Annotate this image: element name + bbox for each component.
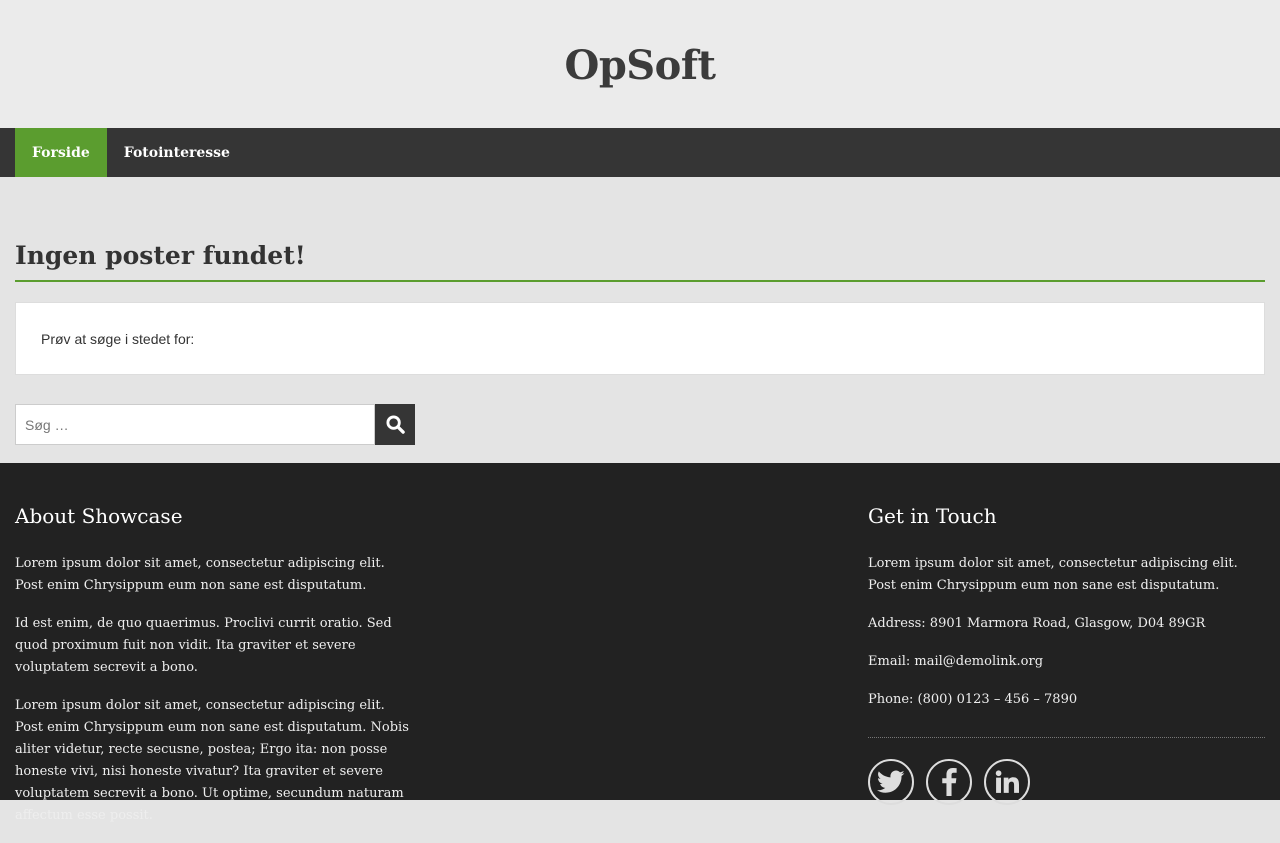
footer-contact-intro: Lorem ipsum dolor sit amet, consectetur … [868, 556, 1238, 593]
nav-item-fotointeresse[interactable]: Fotointeresse [107, 128, 247, 177]
footer-about: About Showcase Lorem ipsum dolor sit ame… [15, 501, 415, 843]
nav-item-forside[interactable]: Forside [15, 128, 107, 177]
main-content: Ingen poster fundet! Prøv at søge i sted… [0, 241, 1280, 445]
search-icon [385, 415, 405, 434]
footer-about-paragraph: Lorem ipsum dolor sit amet, consectetur … [15, 698, 409, 823]
site-footer: About Showcase Lorem ipsum dolor sit ame… [0, 463, 1280, 823]
search-button[interactable] [375, 404, 415, 445]
notice-text: Prøv at søge i stedet for: [41, 330, 195, 347]
footer-about-heading: About Showcase [15, 504, 183, 528]
footer-email[interactable]: Email: mail@demolink.org [868, 651, 1265, 673]
facebook-glyph [942, 768, 957, 796]
main-navigation: Forside Fotointeresse [0, 128, 1280, 177]
footer-divider [868, 737, 1265, 738]
footer-about-paragraph: Id est enim, de quo quaerimus. Proclivi … [15, 616, 392, 675]
twitter-icon[interactable] [868, 759, 914, 805]
social-links [868, 759, 1265, 805]
linkedin-glyph [995, 770, 1019, 793]
linkedin-icon[interactable] [984, 759, 1030, 805]
page-title: Ingen poster fundet! [15, 241, 1265, 282]
footer-phone: Phone: (800) 0123 – 456 – 7890 [868, 692, 1078, 707]
footer-contact-heading: Get in Touch [868, 504, 997, 528]
search-form [15, 404, 1265, 445]
footer-about-paragraph: Lorem ipsum dolor sit amet, consectetur … [15, 556, 385, 593]
search-input[interactable] [15, 404, 375, 445]
twitter-glyph [877, 770, 905, 793]
site-header: OpSoft [0, 0, 1280, 128]
footer-contact: Get in Touch Lorem ipsum dolor sit amet,… [868, 501, 1265, 805]
footer-address: Address: 8901 Marmora Road, Glasgow, D04… [868, 616, 1206, 631]
facebook-icon[interactable] [926, 759, 972, 805]
site-title[interactable]: OpSoft [564, 42, 716, 89]
notice-box: Prøv at søge i stedet for: [15, 302, 1265, 375]
